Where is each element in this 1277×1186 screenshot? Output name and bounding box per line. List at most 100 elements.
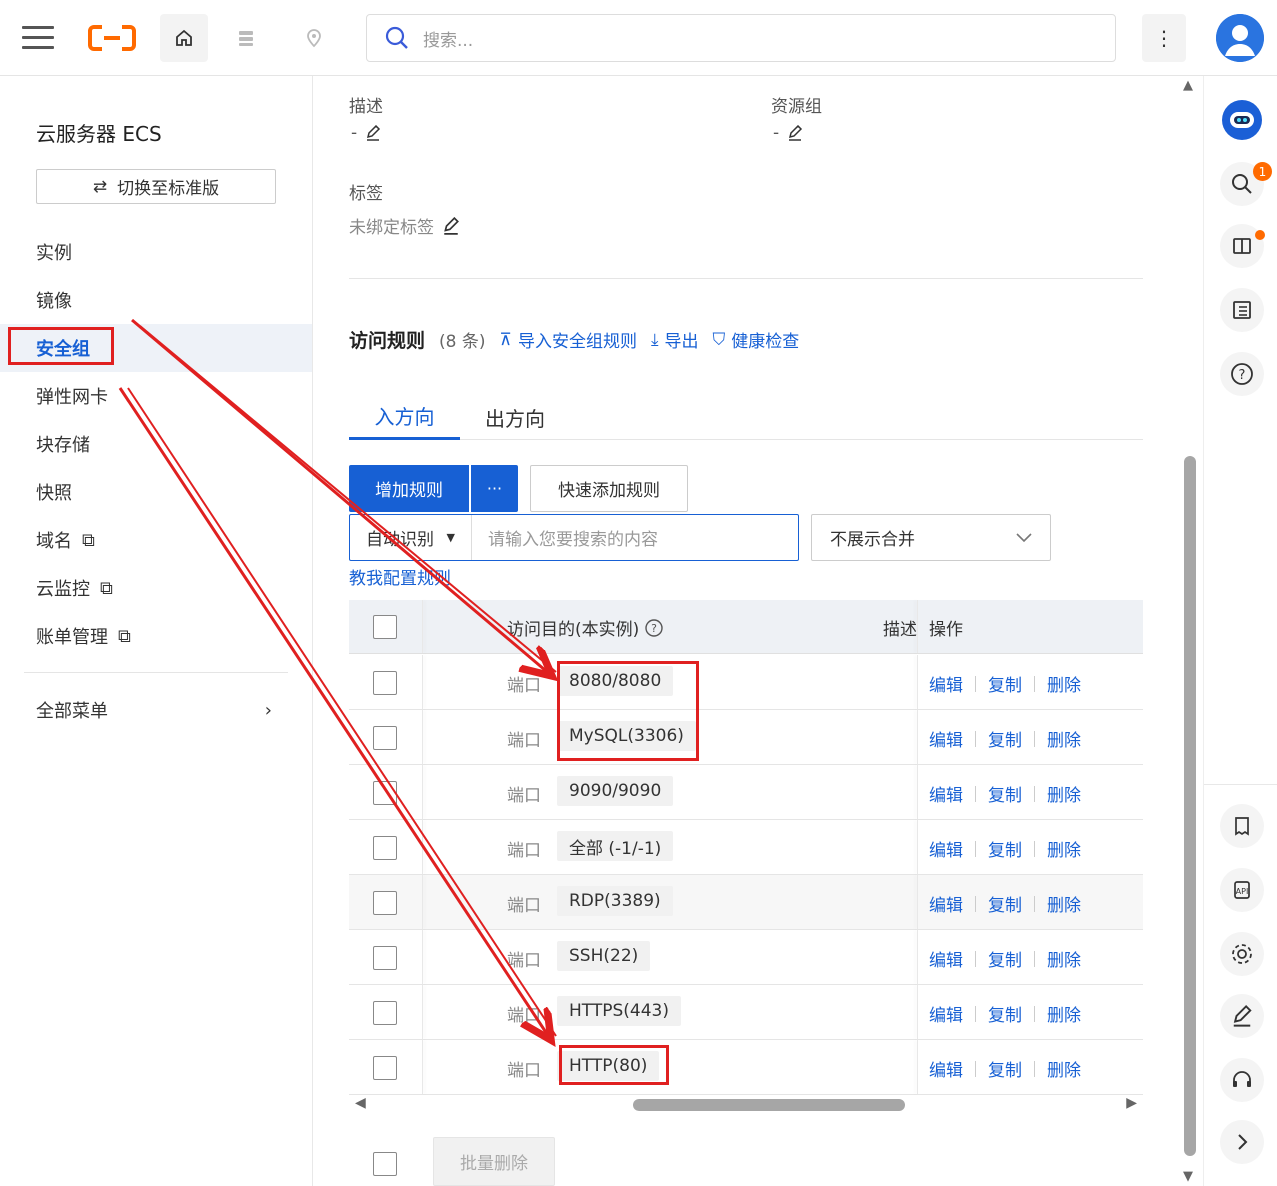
sidebar-item-domains[interactable]: 域名 ⧉ [0, 516, 312, 564]
delete-link[interactable]: 删除 [1047, 671, 1081, 696]
sidebar-all-menu[interactable]: 全部菜单 › [0, 686, 312, 734]
bulk-delete-button[interactable]: 批量删除 [433, 1137, 555, 1186]
edit-icon[interactable] [365, 125, 381, 141]
delete-link[interactable]: 删除 [1047, 726, 1081, 751]
sidebar-item-cloud-monitor[interactable]: 云监控 ⧉ [0, 564, 312, 612]
add-rule-button[interactable]: 增加规则 [349, 465, 469, 512]
home-icon[interactable] [160, 14, 208, 62]
more-actions-button[interactable]: ··· [471, 465, 518, 512]
search-type-select[interactable]: 自动识别 ▼ [350, 515, 472, 560]
aliyun-logo[interactable] [88, 24, 136, 52]
select-all-checkbox[interactable] [373, 615, 397, 639]
edit-icon[interactable] [787, 125, 803, 141]
edit-link[interactable]: 编辑 [929, 891, 963, 916]
copy-link[interactable]: 复制 [988, 946, 1022, 971]
row-checkbox[interactable] [373, 781, 397, 805]
edit-link[interactable]: 编辑 [929, 726, 963, 751]
vertical-scrollbar[interactable]: ▲ ▼ [1180, 76, 1202, 1186]
desc-label: 描述 [349, 97, 383, 117]
rule-search-input[interactable]: 请输入您要搜索的内容 [472, 525, 658, 550]
edit-link[interactable]: 编辑 [929, 836, 963, 861]
robot-icon[interactable] [1220, 98, 1264, 142]
copy-link[interactable]: 复制 [988, 1056, 1022, 1081]
edit-link[interactable]: 编辑 [929, 1001, 963, 1026]
row-checkbox[interactable] [373, 671, 397, 695]
resource-group-value: - [773, 123, 803, 143]
row-checkbox[interactable] [373, 891, 397, 915]
receipt-icon[interactable] [1220, 804, 1264, 848]
svg-text:?: ? [651, 622, 657, 635]
switch-version-button[interactable]: ⇄ 切换至标准版 [36, 169, 276, 204]
row-actions: 编辑 复制 删除 [929, 836, 1081, 861]
merge-select[interactable]: 不展示合并 [811, 514, 1051, 561]
edit-icon[interactable] [442, 216, 460, 235]
sidebar-item-snapshots[interactable]: 快照 [0, 468, 312, 516]
quick-add-rule-button[interactable]: 快速添加规则 [530, 465, 688, 512]
copy-link[interactable]: 复制 [988, 891, 1022, 916]
notification-dot [1255, 230, 1265, 240]
delete-link[interactable]: 删除 [1047, 891, 1081, 916]
api-icon[interactable]: API [1220, 868, 1264, 912]
sidebar-item-billing[interactable]: 账单管理 ⧉ [0, 612, 312, 660]
tab-outbound[interactable]: 出方向 [469, 394, 561, 440]
vertical-scroll-thumb[interactable] [1184, 456, 1196, 1156]
help-icon[interactable]: ? [1220, 352, 1264, 396]
row-checkbox[interactable] [373, 1056, 397, 1080]
help-icon[interactable]: ? [645, 618, 663, 637]
settings-icon[interactable] [1220, 932, 1264, 976]
sidebar: 云服务器 ECS ⇄ 切换至标准版 实例 镜像 安全组 弹性网卡 块存储 快照 … [0, 76, 313, 1186]
rule-search: 自动识别 ▼ 请输入您要搜索的内容 [349, 514, 799, 561]
col-description: 描述 [883, 620, 917, 640]
table-row: 端口 HTTP(80) 编辑 复制 删除 [349, 1040, 1143, 1095]
delete-link[interactable]: 删除 [1047, 836, 1081, 861]
row-checkbox[interactable] [373, 946, 397, 970]
teach-config-link[interactable]: 教我配置规则 [349, 564, 451, 589]
edit-link[interactable]: 编辑 [929, 781, 963, 806]
scroll-down-icon[interactable]: ▼ [1183, 1169, 1193, 1184]
horizontal-scrollbar[interactable]: ◀ ▶ [349, 1095, 1143, 1117]
table-row: 端口 SSH(22) 编辑 复制 删除 [349, 930, 1143, 985]
sidebar-item-images[interactable]: 镜像 [0, 276, 312, 324]
edit-link[interactable]: 编辑 [929, 671, 963, 696]
sidebar-item-eni[interactable]: 弹性网卡 [0, 372, 312, 420]
copy-link[interactable]: 复制 [988, 671, 1022, 696]
delete-link[interactable]: 删除 [1047, 1056, 1081, 1081]
row-checkbox[interactable] [373, 836, 397, 860]
search-placeholder: 搜索... [423, 30, 474, 51]
external-link-icon: ⧉ [100, 577, 113, 599]
port-value: 9090/9090 [557, 776, 674, 806]
global-search-input[interactable]: 搜索... [366, 14, 1116, 62]
edit-link[interactable]: 编辑 [929, 1056, 963, 1081]
copy-link[interactable]: 复制 [988, 781, 1022, 806]
scroll-right-icon[interactable]: ▶ [1126, 1095, 1137, 1111]
menu-icon[interactable] [22, 26, 54, 50]
sidebar-item-instances[interactable]: 实例 [0, 228, 312, 276]
database-icon[interactable] [222, 14, 270, 62]
port-type: 端口 [507, 951, 541, 971]
export-link[interactable]: ⤓ 导出 [651, 327, 699, 353]
copy-link[interactable]: 复制 [988, 1001, 1022, 1026]
import-rules-link[interactable]: ⊼ 导入安全组规则 [500, 327, 637, 353]
location-icon[interactable] [290, 14, 338, 62]
copy-link[interactable]: 复制 [988, 836, 1022, 861]
delete-link[interactable]: 删除 [1047, 1001, 1081, 1026]
scroll-up-icon[interactable]: ▲ [1183, 78, 1193, 93]
chevron-right-icon[interactable] [1220, 1120, 1264, 1164]
row-checkbox[interactable] [373, 726, 397, 750]
row-checkbox[interactable] [373, 1001, 397, 1025]
sidebar-item-block-storage[interactable]: 块存储 [0, 420, 312, 468]
horizontal-scroll-thumb[interactable] [633, 1099, 905, 1111]
tab-inbound[interactable]: 入方向 [349, 394, 460, 440]
checklist-icon[interactable] [1220, 288, 1264, 332]
edit-icon[interactable] [1220, 994, 1264, 1038]
edit-link[interactable]: 编辑 [929, 946, 963, 971]
more-options-button[interactable]: ⋮ [1142, 14, 1186, 62]
health-check-link[interactable]: ⛉ 健康检查 [712, 327, 799, 353]
headset-icon[interactable] [1220, 1058, 1264, 1102]
delete-link[interactable]: 删除 [1047, 781, 1081, 806]
copy-link[interactable]: 复制 [988, 726, 1022, 751]
delete-link[interactable]: 删除 [1047, 946, 1081, 971]
scroll-left-icon[interactable]: ◀ [355, 1095, 366, 1111]
bulk-select-checkbox[interactable] [373, 1152, 397, 1176]
user-avatar[interactable] [1216, 14, 1264, 62]
